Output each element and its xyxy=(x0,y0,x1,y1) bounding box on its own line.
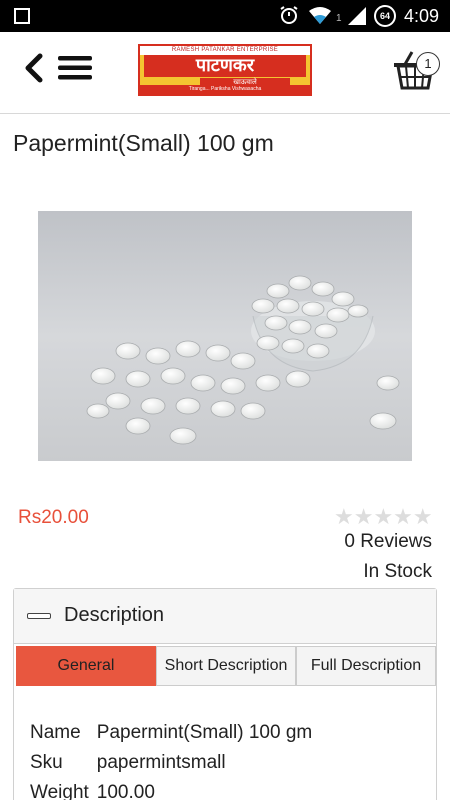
collapse-minus-icon[interactable] xyxy=(27,613,51,619)
spec-row-name: Name Papermint(Small) 100 gm xyxy=(30,722,312,752)
tab-general[interactable]: General xyxy=(16,646,156,686)
description-label: Description xyxy=(64,604,165,626)
spec-row-weight: Weight 100.00 xyxy=(30,782,312,800)
logo-tagline: RAMESH PATANKAR ENTERPRISE xyxy=(140,46,310,55)
logo-strip: Tiranga... Pariksha Vishwasacha xyxy=(140,85,310,94)
spec-key: Name xyxy=(30,722,81,743)
product-image[interactable] xyxy=(38,211,412,461)
tab-full-description[interactable]: Full Description xyxy=(296,646,436,686)
spec-key: Sku xyxy=(30,752,63,773)
spec-key: Weight xyxy=(30,782,89,800)
spec-value: papermintsmall xyxy=(96,752,226,773)
spec-value: Papermint(Small) 100 gm xyxy=(96,722,313,743)
battery-icon: 64 xyxy=(374,5,396,27)
rating-stars[interactable]: ★★★★★ xyxy=(334,504,433,530)
description-header[interactable]: Description xyxy=(14,589,436,644)
wifi-icon xyxy=(309,7,331,24)
tab-short-description[interactable]: Short Description xyxy=(156,646,296,686)
status-bar: 1 64 4:09 xyxy=(0,0,450,32)
app-header: RAMESH PATANKAR ENTERPRISE पाटणकर खाऊवाल… xyxy=(0,32,450,114)
alarm-icon xyxy=(280,6,298,24)
hamburger-menu-icon[interactable] xyxy=(56,54,94,82)
logo-name: पाटणकर xyxy=(144,55,306,77)
description-panel: Description General Short Description Fu… xyxy=(13,588,437,800)
spec-table: Name Papermint(Small) 100 gm Sku papermi… xyxy=(30,722,312,800)
cart-count-badge: 1 xyxy=(416,52,440,76)
network-sub-label: 1 xyxy=(336,13,342,24)
reviews-link[interactable]: 0 Reviews xyxy=(344,531,432,553)
signal-icon xyxy=(348,7,366,25)
store-logo[interactable]: RAMESH PATANKAR ENTERPRISE पाटणकर खाऊवाल… xyxy=(138,44,312,96)
product-price: Rs20.00 xyxy=(18,507,89,528)
status-time: 4:09 xyxy=(404,6,440,26)
notification-square-icon xyxy=(14,8,30,24)
product-title: Papermint(Small) 100 gm xyxy=(13,130,274,156)
stock-status: In Stock xyxy=(363,561,432,582)
spec-row-sku: Sku papermintsmall xyxy=(30,752,312,782)
back-arrow-icon[interactable] xyxy=(20,50,48,86)
description-tabs: General Short Description Full Descripti… xyxy=(16,646,436,686)
spec-value: 100.00 xyxy=(96,782,155,800)
